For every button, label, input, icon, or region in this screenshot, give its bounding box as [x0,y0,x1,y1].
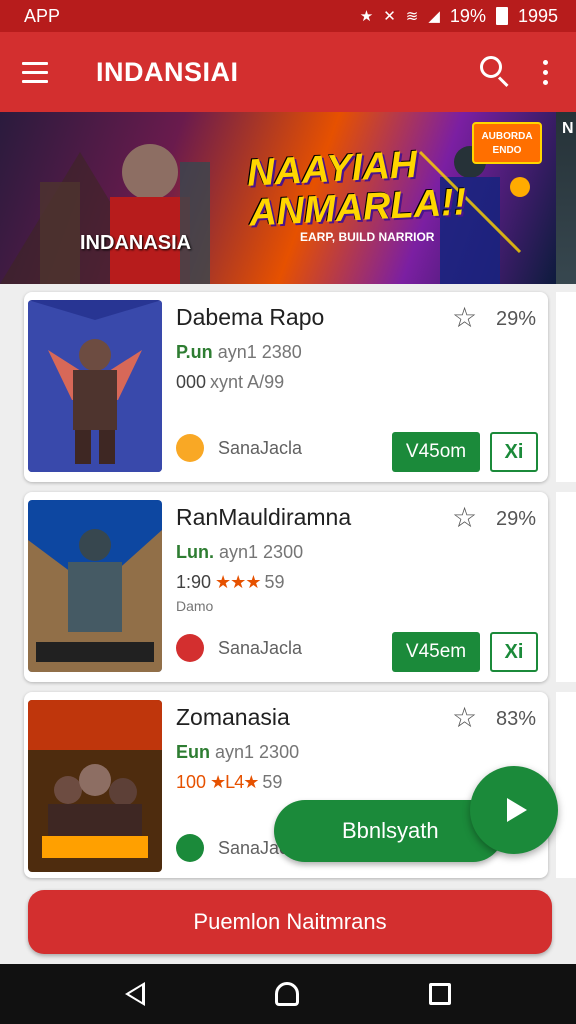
game-meta-accent: Eun [176,742,210,762]
game-meta-rest: ayn1 2300 [219,542,304,562]
game-meta-detail: 59 [264,572,285,592]
status-icons: ★ ✕ ≋ ◢ 19% 1995 [360,6,558,27]
battery-icon [495,7,508,25]
game-percent: 29% [496,308,537,330]
battery-percent: 19% [449,5,486,26]
developer-name[interactable]: SanaJacla [218,638,302,659]
system-nav-bar [0,964,576,1024]
game-thumbnail[interactable] [28,300,162,472]
menu-icon[interactable] [22,52,62,92]
install-button[interactable]: V45em [392,632,480,672]
home-icon[interactable] [275,982,299,1006]
recents-icon[interactable] [429,983,451,1005]
game-meta-detail: xynt A/99 [210,372,285,392]
star-outline-icon[interactable]: ☆ [452,304,477,332]
game-meta-line1: P.un ayn1 2380 [176,342,302,363]
game-meta-line2: 100 ★L4★ 59 [176,772,282,793]
rating-stars: ★★★ [215,572,261,592]
signal-icon: ◢ [428,8,440,25]
status-bar: APP ★ ✕ ≋ ◢ 19% 1995 [0,0,576,32]
app-title: INDANSIAI [96,56,239,87]
back-icon[interactable] [125,982,145,1006]
search-icon[interactable] [472,50,516,94]
developer-icon [176,434,204,462]
next-card-peek [556,492,576,682]
game-cover-art [28,700,162,872]
star-status-icon: ★ [359,8,374,25]
game-meta-detail: 59 [262,772,283,792]
developer-icon [176,834,204,862]
next-banner-letter: N [562,120,574,137]
developer-name[interactable]: SanaJacla [218,438,302,459]
play-fab-button[interactable] [470,766,558,854]
game-card[interactable]: Dabema Rapo P.un ayn1 2380 000 xynt A/99… [24,292,548,482]
rating-stars: ★L4★ [210,772,259,792]
game-cover-art [28,500,162,672]
play-icon [507,798,527,822]
banner-badge: AUBORDA ENDO [472,122,542,164]
app-bar: INDANSIAI [0,32,576,112]
next-card-peek [556,692,576,878]
game-meta-line2: 000 xynt A/99 [176,372,284,393]
banner-subtitle: EARP, BUILD NARRIOR [300,230,435,244]
clock: 1995 [517,5,558,26]
game-thumbnail[interactable] [28,500,162,672]
mute-icon: ✕ [383,8,396,25]
next-banner-peek[interactable]: N [556,112,576,284]
game-meta-rest: ayn1 2380 [217,342,302,362]
game-meta-accent: Lun. [176,542,214,562]
install-button[interactable]: V45om [392,432,480,472]
game-meta-rest: ayn1 2300 [215,742,300,762]
next-card-peek [556,292,576,482]
game-thumbnail[interactable] [28,700,162,872]
game-percent: 29% [496,508,537,530]
game-title[interactable]: RanMauldiramna [176,504,351,531]
game-percent: 83% [496,708,537,730]
share-button[interactable]: Xi [490,632,538,672]
game-title[interactable]: Dabema Rapo [176,304,324,331]
bottom-action-button[interactable]: Puemlon Naitmrans [28,890,552,954]
game-meta-num: 000 [176,372,207,392]
game-meta-accent: P.un [176,342,213,362]
status-app-label: APP [24,5,61,26]
game-meta-num: 100 [176,772,207,792]
game-card[interactable]: RanMauldiramna Lun. ayn1 2300 1:90 ★★★ 59… [24,492,548,682]
banner-headline: NAAYIAH ANMARLA!! [246,142,467,235]
star-outline-icon[interactable]: ☆ [452,504,477,532]
game-title[interactable]: Zomanasia [176,704,290,731]
wifi-icon: ≋ [405,8,419,25]
game-meta-line3: Damo [176,598,214,614]
game-meta-num: 1:90 [176,572,212,592]
game-cover-art [28,300,162,472]
star-outline-icon[interactable]: ☆ [452,704,477,732]
game-meta-line2: 1:90 ★★★ 59 [176,572,285,593]
featured-banner[interactable]: INDANASIA NAAYIAH ANMARLA!! EARP, BUILD … [0,112,556,284]
game-meta-line1: Eun ayn1 2300 [176,742,299,763]
banner-brand-label: INDANASIA [80,232,192,254]
more-vert-icon[interactable] [536,52,554,92]
developer-icon [176,634,204,662]
game-meta-line1: Lun. ayn1 2300 [176,542,303,563]
share-button[interactable]: Xi [490,432,538,472]
